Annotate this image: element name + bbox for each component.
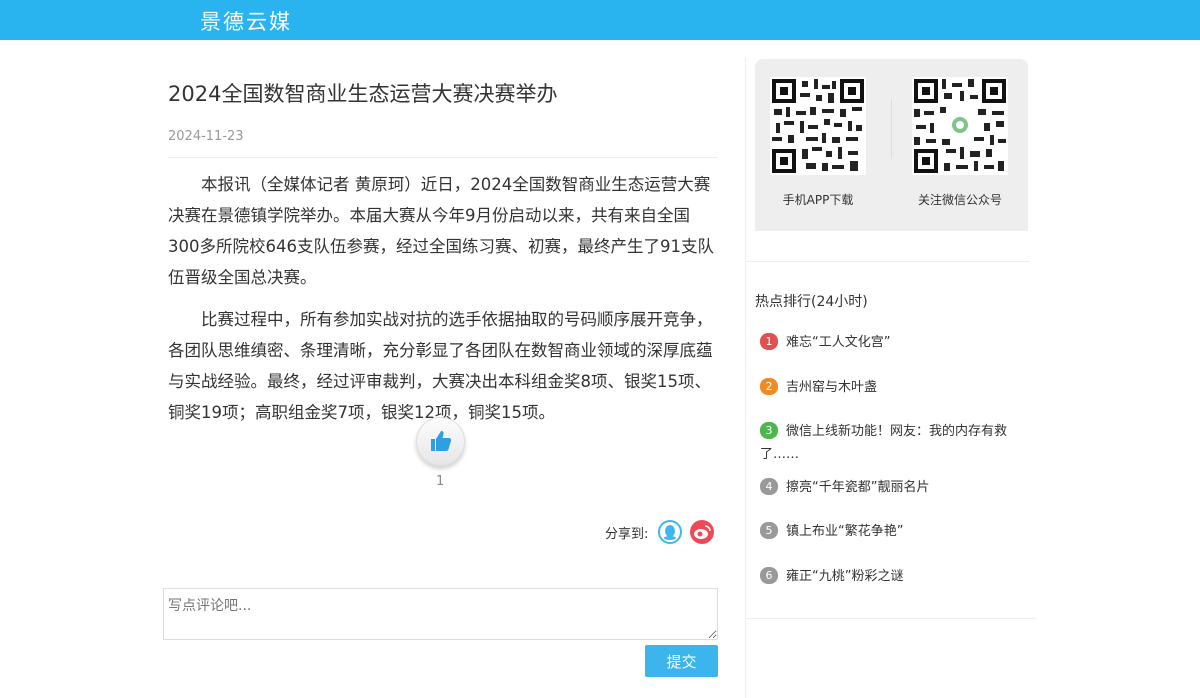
thumbs-up-icon: [431, 431, 452, 451]
rank-badge: 6: [760, 567, 778, 584]
top-bar: 景德云媒: [0, 0, 1200, 40]
hot-item-link[interactable]: 吉州窑与木叶盏: [786, 380, 877, 395]
hot-item-link[interactable]: 镇上布业“繁花争艳”: [786, 524, 903, 539]
like-button[interactable]: [416, 417, 465, 466]
like-count: 1: [436, 474, 445, 489]
hot-item[interactable]: 3 微信上线新功能！网友：我的内存有救了……: [760, 420, 1025, 466]
rank-badge: 2: [760, 378, 778, 395]
comment-input[interactable]: [163, 588, 718, 640]
qq-share-icon[interactable]: [658, 520, 683, 544]
hot-item-link[interactable]: 微信上线新功能！网友：我的内存有救了……: [760, 424, 1007, 462]
rank-badge: 5: [760, 522, 778, 539]
hot-item[interactable]: 4 擦亮“千年瓷都”靓丽名片: [760, 476, 1025, 499]
app-qr-block: 手机APP下载: [758, 77, 878, 208]
sidebar-divider: [746, 261, 1030, 262]
hot-list-title: 热点排行(24小时): [755, 294, 868, 310]
wechat-qr-code[interactable]: [912, 77, 1008, 175]
column-divider: [745, 58, 746, 698]
article-date: 2024-11-23: [168, 129, 244, 144]
rank-badge: 4: [760, 478, 778, 495]
paragraph: 比赛过程中，所有参加实战对抗的选手依据抽取的号码顺序展开竞争，各团队思维缜密、条…: [168, 310, 713, 422]
rank-badge: 3: [760, 422, 778, 439]
rank-badge: 1: [760, 333, 778, 350]
qr-panel-scallop: [755, 223, 1028, 235]
article-body: 本报讯（全媒体记者 黄原珂）近日，2024全国数智商业生态运营大赛决赛在景德镇学…: [168, 169, 718, 439]
share-label: 分享到:: [605, 526, 649, 542]
article-title: 2024全国数智商业生态运营大赛决赛举办: [168, 82, 558, 106]
hot-item[interactable]: 1 难忘“工人文化宫”: [760, 331, 1025, 354]
share-bar: 分享到:: [605, 517, 715, 547]
wechat-qr-label: 关注微信公众号: [917, 193, 1002, 207]
site-logo[interactable]: 景德云媒: [200, 6, 292, 36]
hot-item[interactable]: 2 吉州窑与木叶盏: [760, 376, 1025, 399]
hot-item[interactable]: 5 镇上布业“繁花争艳”: [760, 520, 1025, 543]
weibo-share-icon[interactable]: [690, 520, 715, 544]
title-divider: [168, 157, 718, 158]
submit-button[interactable]: 提交: [645, 645, 718, 677]
qr-panel: 手机APP下载 关注微信公众号: [755, 59, 1028, 231]
hot-item[interactable]: 6 雍正“九桃”粉彩之谜: [760, 565, 1025, 588]
wechat-qr-block: 关注微信公众号: [900, 77, 1020, 208]
paragraph: 本报讯（全媒体记者 黄原珂）近日，2024全国数智商业生态运营大赛决赛在景德镇学…: [168, 175, 714, 287]
sidebar-bottom-divider: [746, 618, 1036, 619]
app-qr-label: 手机APP下载: [782, 193, 854, 207]
hot-item-link[interactable]: 擦亮“千年瓷都”靓丽名片: [786, 480, 929, 495]
qr-separator: [891, 99, 892, 159]
app-qr-code[interactable]: [770, 77, 866, 175]
hot-item-link[interactable]: 难忘“工人文化宫”: [786, 335, 890, 350]
hot-item-link[interactable]: 雍正“九桃”粉彩之谜: [786, 569, 903, 584]
